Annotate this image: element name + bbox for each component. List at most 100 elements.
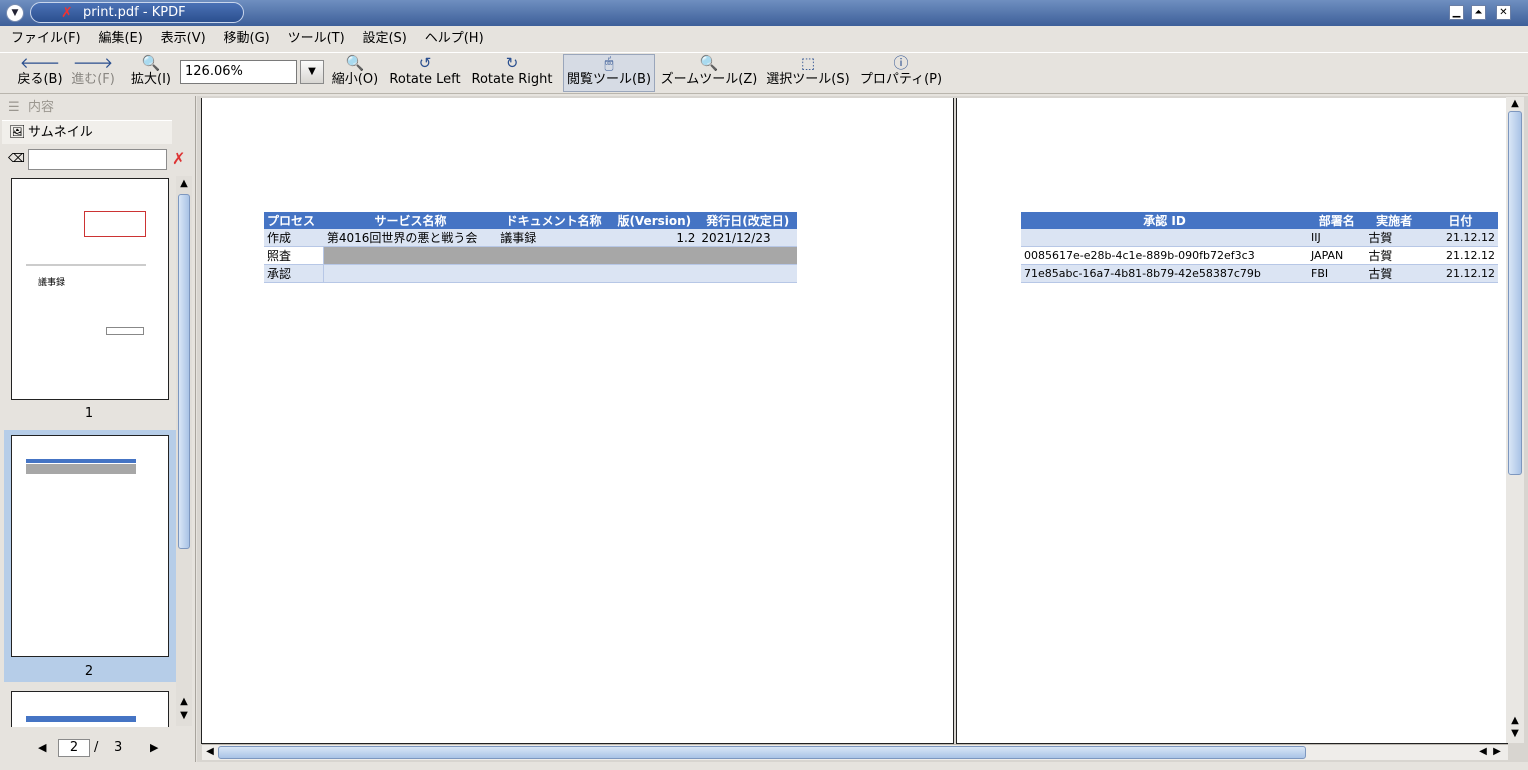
table-header: 版(Version) xyxy=(610,212,699,229)
select-tool-button[interactable]: ⬚ 選択ツール(S) xyxy=(765,54,851,92)
menu-file[interactable]: ファイル(F) xyxy=(4,28,88,50)
thumbnail-label-1: 1 xyxy=(84,406,94,421)
scroll-up-icon[interactable]: ▲ xyxy=(1508,715,1522,727)
selection-icon: ⬚ xyxy=(800,54,816,72)
viewer-horizontal-scrollbar[interactable]: ◀ ◀ ▶ xyxy=(202,744,1508,760)
table-cell: 0085617e-e28b-4c1e-889b-090fb72ef3c3 xyxy=(1021,246,1308,265)
table-cell: 照査 xyxy=(264,246,325,265)
zoom-dropdown-button[interactable]: ▼ xyxy=(300,60,324,84)
zoom-out-button[interactable]: 🔍 縮小(O) xyxy=(330,54,380,92)
scroll-left-icon[interactable]: ◀ xyxy=(203,746,217,758)
prev-page-icon[interactable]: ◀ xyxy=(38,741,46,754)
rotate-right-icon: ↻ xyxy=(505,54,519,72)
page-navigator: ◀ 2 / 3 ▶ xyxy=(0,734,196,762)
properties-button[interactable]: ⓘ プロパティ(P) xyxy=(857,54,945,92)
scroll-down-icon[interactable]: ▼ xyxy=(177,710,191,722)
table-cell: 第4016回世界の悪と戦う会 xyxy=(323,229,498,247)
zoom-level-input[interactable]: 126.06% xyxy=(180,60,297,84)
info-icon: ⓘ xyxy=(893,54,909,72)
viewer-vertical-scrollbar[interactable]: ▲ ▲ ▼ xyxy=(1506,97,1524,743)
back-arrow-icon: 🡐 xyxy=(19,54,61,72)
thumbnail-page-2[interactable] xyxy=(11,435,169,657)
table-header-row: プロセス サービス名称 ドキュメント名称 版(Version) 発行日(改定日) xyxy=(264,212,797,229)
thumbnail-page-3[interactable] xyxy=(11,691,169,727)
scroll-down-icon[interactable]: ▼ xyxy=(1508,728,1522,740)
table-cell: FBI xyxy=(1308,264,1366,283)
close-button[interactable]: ✕ xyxy=(1496,5,1511,20)
back-button[interactable]: 🡐 戻る(B) xyxy=(14,54,66,92)
table-cell: 古賀 xyxy=(1365,264,1423,283)
forward-arrow-icon: 🡒 xyxy=(72,54,114,72)
scroll-up-icon[interactable]: ▲ xyxy=(1508,98,1522,110)
total-pages: 3 xyxy=(114,740,123,755)
minimize-button[interactable]: ▁ xyxy=(1449,5,1464,20)
tab-thumbnails[interactable]: 🖼 サムネイル xyxy=(2,120,172,144)
text-line xyxy=(26,264,146,266)
rotate-left-button[interactable]: ↺ Rotate Left xyxy=(386,54,464,92)
sidebar-scroll-thumb[interactable] xyxy=(178,194,190,549)
menu-tools[interactable]: ツール(T) xyxy=(281,28,352,50)
window-menu-button[interactable]: ▼ xyxy=(6,4,24,22)
filter-icon[interactable]: ✗ xyxy=(172,149,185,168)
rotate-right-button[interactable]: ↻ Rotate Right xyxy=(470,54,554,92)
table-header: 部署名 xyxy=(1308,212,1366,229)
table-cell: 71e85abc-16a7-4b81-8b79-42e58387c79b xyxy=(1021,264,1308,283)
redacted-cell xyxy=(323,264,797,283)
table-row: 承認 xyxy=(264,264,797,283)
window-title: print.pdf - KPDF xyxy=(83,5,186,20)
thumb-table-header xyxy=(26,716,136,722)
table-cell: 作成 xyxy=(264,229,324,247)
mouse-icon: 🖱 xyxy=(604,54,614,72)
thumbnail-page-1[interactable]: 議事録 xyxy=(11,178,169,400)
menu-go[interactable]: 移動(G) xyxy=(217,28,277,50)
current-page-input[interactable]: 2 xyxy=(58,739,90,757)
table-row: 照査 xyxy=(264,246,797,265)
scroll-up-icon[interactable]: ▲ xyxy=(177,696,191,708)
table-header: 日付 xyxy=(1422,212,1498,229)
scroll-up-icon[interactable]: ▲ xyxy=(177,178,191,190)
thumbnail-search-input[interactable] xyxy=(28,149,167,170)
thumb-table-body xyxy=(26,464,136,474)
next-page-icon[interactable]: ▶ xyxy=(150,741,158,754)
chevron-down-icon: ▼ xyxy=(308,66,316,77)
menu-help[interactable]: ヘルプ(H) xyxy=(418,28,491,50)
table-cell: 21.12.12 xyxy=(1422,229,1498,247)
menu-edit[interactable]: 編集(E) xyxy=(91,28,149,50)
redacted-cell xyxy=(1021,229,1308,247)
sidebar-scrollbar[interactable]: ▲ ▲ ▼ xyxy=(176,176,192,726)
vertical-scroll-thumb[interactable] xyxy=(1508,111,1522,475)
window-title-pill[interactable]: ✗ print.pdf - KPDF xyxy=(30,2,244,23)
browse-tool-button[interactable]: 🖱 閲覧ツール(B) xyxy=(565,54,653,92)
thumbnail-icon: 🖼 xyxy=(9,125,26,140)
table-header: ドキュメント名称 xyxy=(497,212,611,229)
table-cell: 古賀 xyxy=(1365,246,1423,265)
menu-view[interactable]: 表示(V) xyxy=(154,28,213,50)
table-cell: JAPAN xyxy=(1308,246,1366,265)
table-cell: 21.12.12 xyxy=(1422,246,1498,265)
zoom-tool-button[interactable]: 🔍 ズームツール(Z) xyxy=(659,54,759,92)
table-row: 71e85abc-16a7-4b81-8b79-42e58387c79b FBI… xyxy=(1021,264,1498,283)
zoom-in-icon: 🔍 xyxy=(141,54,161,72)
thumbnail-label-2: 2 xyxy=(84,664,94,679)
menu-settings[interactable]: 設定(S) xyxy=(355,28,413,50)
table-cell: 議事録 xyxy=(497,229,611,247)
clear-search-icon[interactable]: ⌫ xyxy=(8,151,25,165)
rotate-left-icon: ↺ xyxy=(418,54,432,72)
table-cell: 21.12.12 xyxy=(1422,264,1498,283)
document-info-table: プロセス サービス名称 ドキュメント名称 版(Version) 発行日(改定日)… xyxy=(264,212,797,283)
scroll-right-icon[interactable]: ▶ xyxy=(1490,746,1504,758)
table-cell: 1.2 xyxy=(610,229,699,247)
table-header-row: 承認 ID 部署名 実施者 日付 xyxy=(1021,212,1498,229)
pdf-icon: ✗ xyxy=(61,5,73,21)
tab-contents[interactable]: ☰ 内容 xyxy=(2,96,54,120)
zoom-in-button[interactable]: 🔍 拡大(I) xyxy=(128,54,174,92)
maximize-button[interactable]: ⏶ xyxy=(1471,5,1486,20)
scroll-left-icon[interactable]: ◀ xyxy=(1476,746,1490,758)
horizontal-scroll-thumb[interactable] xyxy=(218,746,1306,759)
pdf-page-right: 承認 ID 部署名 実施者 日付 IIJ 古賀 21.12.12 0085617… xyxy=(956,98,1508,744)
redacted-cell xyxy=(323,246,797,265)
stamp-box xyxy=(84,211,146,237)
forward-button[interactable]: 🡒 進む(F) xyxy=(68,54,118,92)
table-cell: IIJ xyxy=(1308,229,1366,247)
pdf-page-left: プロセス サービス名称 ドキュメント名称 版(Version) 発行日(改定日)… xyxy=(201,98,954,744)
